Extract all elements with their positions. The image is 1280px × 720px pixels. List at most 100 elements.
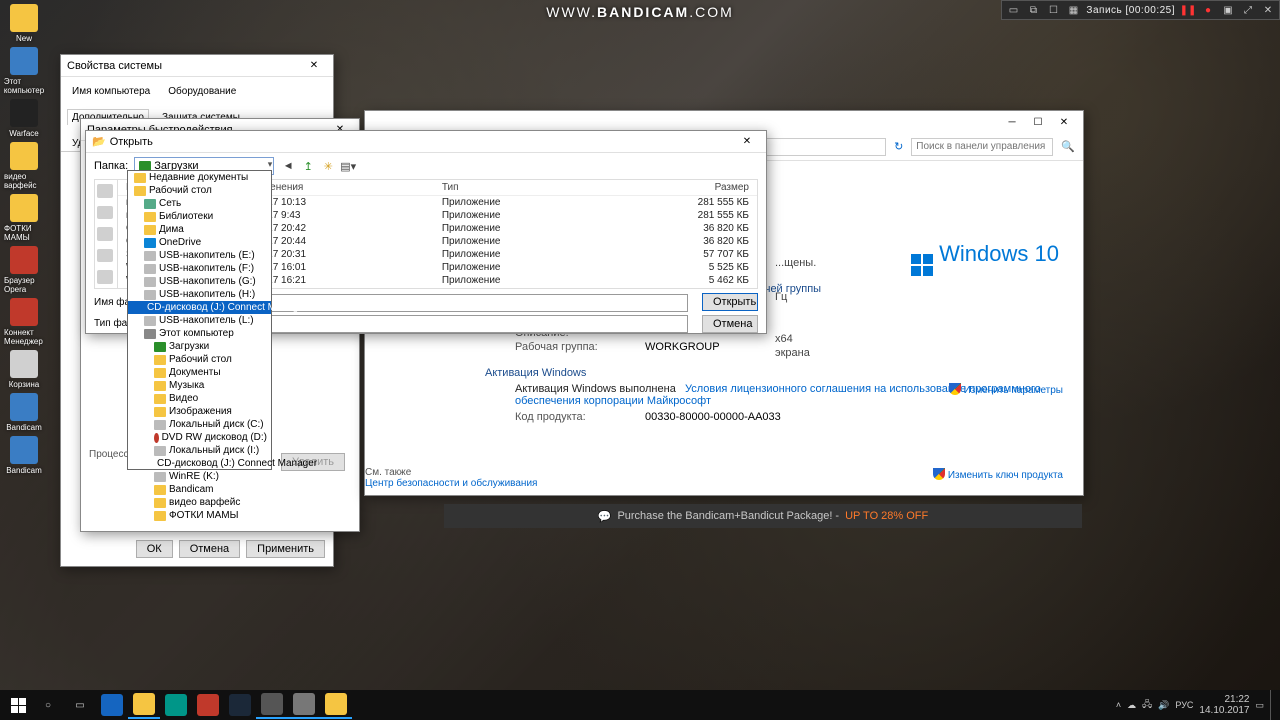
ok-button[interactable]: ОК — [136, 540, 173, 558]
new-folder-icon[interactable]: ✳ — [320, 158, 336, 174]
task-store[interactable] — [160, 691, 192, 719]
folder-tree-item[interactable]: Локальный диск (C:) — [128, 418, 271, 431]
folder-tree-item[interactable]: Локальный диск (I:) — [128, 444, 271, 457]
folder-tree-item[interactable]: USB-накопитель (E:) — [128, 249, 271, 262]
bandicam-promo-bar[interactable]: 💬 Purchase the Bandicam+Bandicut Package… — [444, 504, 1082, 528]
change-product-key-link[interactable]: Изменить ключ продукта — [933, 468, 1063, 481]
desktop-icon[interactable]: Корзина — [4, 350, 44, 389]
desktop-icon[interactable]: New — [4, 4, 44, 43]
folder-tree-item[interactable]: Рабочий стол — [128, 184, 271, 197]
desktop-icon[interactable]: Bandicam — [4, 393, 44, 432]
tray-network-icon[interactable]: 🖧 — [1142, 697, 1152, 713]
folder-tree-item[interactable]: Библиотеки — [128, 210, 271, 223]
pause-icon[interactable]: ❚❚ — [1181, 3, 1195, 17]
titlebar[interactable]: 📂 Открыть ✕ — [86, 131, 766, 153]
folder-tree-item[interactable]: Bandicam — [128, 483, 271, 496]
task-app2[interactable] — [320, 691, 352, 719]
col-type[interactable]: Тип — [434, 180, 604, 196]
up-icon[interactable]: ↥ — [300, 158, 316, 174]
start-button[interactable] — [4, 691, 32, 719]
titlebar[interactable]: Свойства системы ✕ — [61, 55, 333, 77]
search-input[interactable] — [911, 138, 1053, 156]
tab-computer-name[interactable]: Имя компьютера — [67, 83, 155, 99]
search-icon[interactable]: 🔍 — [1061, 140, 1075, 153]
cancel-button[interactable]: Отмена — [179, 540, 240, 558]
task-steam[interactable] — [224, 691, 256, 719]
apply-button[interactable]: Применить — [246, 540, 325, 558]
folder-tree-item[interactable]: CD-дисковод (J:) Connect Manager — [128, 301, 271, 314]
close-icon[interactable]: ✕ — [301, 56, 327, 76]
security-center-link[interactable]: Центр безопасности и обслуживания — [365, 478, 537, 489]
task-opera[interactable] — [192, 691, 224, 719]
bandicam-mode-icon[interactable]: ▭ — [1006, 3, 1020, 17]
place-icon[interactable] — [97, 249, 113, 263]
col-size[interactable]: Размер — [604, 180, 757, 196]
folder-tree-item[interactable]: ФОТКИ МАМЫ — [128, 509, 271, 522]
back-icon[interactable]: ◄ — [280, 158, 296, 174]
close-icon[interactable]: ✕ — [734, 132, 760, 152]
tray-volume-icon[interactable]: 🔊 — [1158, 700, 1169, 711]
record-icon[interactable]: ● — [1201, 3, 1215, 17]
desktop-icon[interactable]: Коннект Менеджер — [4, 298, 44, 346]
bandicam-screen-icon[interactable]: ⧉ — [1026, 3, 1040, 17]
folder-tree-item[interactable]: Изображения — [128, 405, 271, 418]
folder-tree-item[interactable]: Рабочий стол — [128, 353, 271, 366]
place-icon[interactable] — [97, 184, 113, 198]
task-taskview[interactable]: ▭ — [64, 691, 96, 719]
window-title: Открыть — [110, 136, 153, 148]
folder-dropdown-list[interactable]: Недавние документыРабочий столСетьБиблио… — [127, 170, 272, 470]
bandicam-game-icon[interactable]: ▦ — [1066, 3, 1080, 17]
cancel-button[interactable]: Отмена — [702, 315, 758, 333]
open-button[interactable]: Открыть — [702, 293, 758, 311]
task-app[interactable] — [288, 691, 320, 719]
desktop-icon[interactable]: Браузер Opera — [4, 246, 44, 294]
maximize-icon[interactable]: ☐ — [1025, 112, 1051, 132]
folder-tree-item[interactable]: Дима — [128, 223, 271, 236]
tray-chevron-icon[interactable]: ˄ — [1116, 700, 1121, 710]
task-search[interactable]: ○ — [32, 691, 64, 719]
folder-tree-item[interactable]: Документы — [128, 366, 271, 379]
folder-tree-item[interactable]: CD-дисковод (J:) Connect Manager — [128, 457, 271, 470]
desktop-icon[interactable]: Warface — [4, 99, 44, 138]
folder-tree-item[interactable]: OneDrive — [128, 236, 271, 249]
tab-hardware[interactable]: Оборудование — [163, 83, 241, 99]
expand-icon[interactable]: ⤢ — [1241, 3, 1255, 17]
desktop-icon[interactable]: ФОТКИ МАМЫ — [4, 194, 44, 242]
folder-tree-item[interactable]: Этот компьютер — [128, 327, 271, 340]
folder-tree-item[interactable]: USB-накопитель (L:) — [128, 314, 271, 327]
folder-tree-item[interactable]: Музыка — [128, 379, 271, 392]
bandicam-window-icon[interactable]: ☐ — [1046, 3, 1060, 17]
tray-clock[interactable]: 21:2214.10.2017 — [1199, 694, 1249, 716]
place-icon[interactable] — [97, 227, 113, 241]
folder-tree-item[interactable]: USB-накопитель (F:) — [128, 262, 271, 275]
folder-tree-item[interactable]: видео варфейс — [128, 496, 271, 509]
camera-icon[interactable]: ▣ — [1221, 3, 1235, 17]
place-icon[interactable] — [97, 206, 113, 220]
tray-onedrive-icon[interactable]: ☁ — [1127, 700, 1136, 711]
spec-bits: x64 — [775, 333, 793, 345]
task-edge[interactable] — [96, 691, 128, 719]
change-settings-link[interactable]: Изменить параметры — [949, 383, 1063, 396]
desktop-icon[interactable]: видео варфейс — [4, 142, 44, 190]
show-desktop[interactable] — [1270, 690, 1276, 720]
desktop-icon[interactable]: Этот компьютер — [4, 47, 44, 95]
refresh-icon[interactable]: ↻ — [894, 140, 903, 153]
folder-tree-item[interactable]: Сеть — [128, 197, 271, 210]
folder-tree-item[interactable]: DVD RW дисковод (D:) — [128, 431, 271, 444]
folder-tree-item[interactable]: WinRE (K:) — [128, 470, 271, 483]
folder-tree-item[interactable]: USB-накопитель (G:) — [128, 275, 271, 288]
folder-tree-item[interactable]: Видео — [128, 392, 271, 405]
folder-tree-item[interactable]: Загрузки — [128, 340, 271, 353]
task-settings[interactable] — [256, 691, 288, 719]
close-icon[interactable]: ✕ — [1051, 112, 1077, 132]
tray-notifications-icon[interactable]: ▭ — [1255, 700, 1264, 711]
folder-tree-item[interactable]: USB-накопитель (H:) — [128, 288, 271, 301]
place-icon[interactable] — [97, 270, 113, 284]
close-icon[interactable]: ✕ — [1261, 3, 1275, 17]
folder-tree-item[interactable]: Недавние документы — [128, 171, 271, 184]
task-explorer[interactable] — [128, 691, 160, 719]
tray-lang[interactable]: РУС — [1175, 700, 1193, 710]
views-icon[interactable]: ▤▾ — [340, 158, 356, 174]
desktop-icon[interactable]: Bandicam — [4, 436, 44, 475]
minimize-icon[interactable]: ─ — [999, 112, 1025, 132]
